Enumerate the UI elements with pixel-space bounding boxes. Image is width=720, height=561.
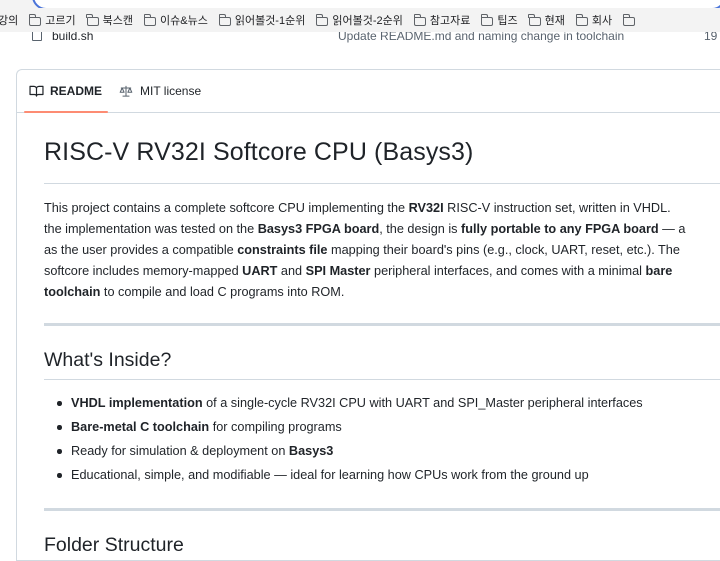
tab-license[interactable]: MIT license	[119, 70, 201, 112]
bookmark-folder[interactable]: 고르기	[28, 12, 76, 28]
commit-message-link[interactable]: Update README.md and naming change in to…	[338, 32, 624, 43]
bookmark-label: 강의	[0, 15, 19, 27]
tab-license-label: MIT license	[140, 84, 202, 98]
divider	[44, 183, 720, 184]
bookmark-folder[interactable]: 읽어볼것-2순위	[316, 12, 403, 28]
bookmark-folder[interactable]	[622, 13, 639, 26]
bookmark-folder[interactable]: 회사	[575, 12, 613, 28]
file-list-row[interactable]: build.sh Update README.md and naming cha…	[0, 32, 720, 46]
book-icon	[29, 85, 44, 97]
bookmark-label: 참고자료	[429, 15, 471, 27]
divider	[44, 508, 720, 511]
file-name-link[interactable]: build.sh	[52, 32, 93, 43]
readme-tabs: README MIT license	[17, 70, 720, 113]
bookmark-label: 팁즈	[497, 15, 518, 27]
bookmark-folder[interactable]: 강의	[0, 12, 18, 28]
bookmark-folder[interactable]: 북스캔	[86, 12, 133, 28]
tab-readme-label: README	[50, 84, 103, 98]
divider	[44, 323, 720, 326]
section-heading-whats-inside: What's Inside?	[44, 349, 172, 371]
bookmark-label: 고르기	[45, 15, 76, 27]
folder-icon	[316, 13, 329, 26]
bookmarks-bar: 강의 고르기 북스캔 이슈&뉴스 읽어볼것-1순위 읽어볼것-2순위 참고자료 …	[0, 8, 720, 32]
bookmark-label: 이슈&뉴스	[160, 15, 208, 27]
folder-icon	[28, 13, 42, 26]
folder-icon	[86, 13, 99, 26]
readme-title: RISC-V RV32I Softcore CPU (Basys3)	[44, 138, 474, 166]
section-heading-folder-structure: Folder Structure	[44, 534, 184, 556]
list-item: VHDL implementation of a single-cycle RV…	[44, 395, 720, 411]
folder-icon	[218, 13, 231, 26]
bookmark-folder[interactable]: 이슈&뉴스	[143, 12, 208, 28]
divider	[44, 379, 720, 380]
bookmark-folder[interactable]: 팁즈	[481, 12, 518, 28]
bookmark-label: 북스캔	[102, 15, 133, 27]
folder-icon	[528, 13, 541, 26]
folder-icon	[575, 13, 588, 26]
browser-top-strip	[0, 0, 720, 8]
intro-paragraph: This project contains a complete softcor…	[44, 201, 686, 299]
commit-age: 19	[704, 32, 718, 43]
list-item: Bare-metal C toolchain for compiling pro…	[44, 419, 720, 435]
tab-readme[interactable]: README	[23, 70, 109, 113]
folder-icon	[143, 13, 156, 26]
bookmark-label: 읽어볼것-2순위	[332, 15, 403, 27]
scale-icon	[119, 85, 133, 97]
folder-icon	[481, 13, 494, 26]
bookmark-label: 읽어볼것-1순위	[234, 15, 306, 27]
bookmark-folder[interactable]: 읽어볼것-1순위	[218, 12, 306, 28]
list-item: Ready for simulation & deployment on Bas…	[44, 443, 720, 459]
folder-icon	[413, 13, 426, 26]
bookmark-folder[interactable]: 참고자료	[413, 12, 471, 28]
bookmark-label: 현재	[544, 15, 565, 27]
readme-panel: README MIT license RISC-V RV32I Softcore…	[16, 69, 720, 561]
list-item: Educational, simple, and modifiable — id…	[44, 467, 720, 483]
bookmark-label: 회사	[591, 15, 613, 27]
bookmark-folder[interactable]: 현재	[528, 12, 565, 28]
feature-list: VHDL implementation of a single-cycle RV…	[44, 395, 720, 491]
folder-icon	[622, 13, 636, 26]
file-icon	[32, 32, 42, 41]
address-bar[interactable]	[32, 0, 720, 8]
